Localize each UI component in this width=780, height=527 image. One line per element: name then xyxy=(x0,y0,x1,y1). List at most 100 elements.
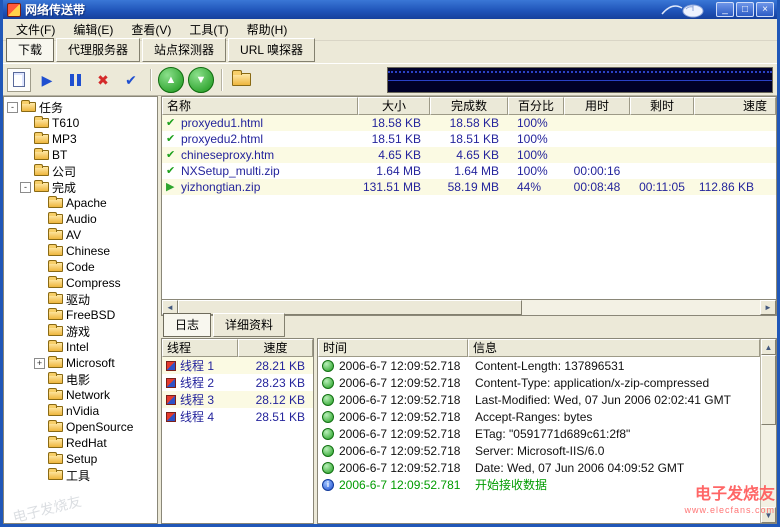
log-row[interactable]: 2006-6-7 12:09:52.718 Content-Length: 13… xyxy=(318,357,760,374)
tree-item[interactable]: Intel xyxy=(4,339,157,355)
log-column-header[interactable]: 信息 xyxy=(468,339,760,357)
tab[interactable]: 详细资料 xyxy=(213,313,286,337)
tree-item[interactable]: - 完成 xyxy=(4,179,157,195)
tree-expander-icon[interactable] xyxy=(34,454,45,465)
open-folder-button[interactable] xyxy=(229,68,253,92)
start-button[interactable]: ▶ xyxy=(35,68,59,92)
tree-item[interactable]: Network xyxy=(4,387,157,403)
minimize-button[interactable]: _ xyxy=(716,2,734,17)
tree-expander-icon[interactable] xyxy=(34,262,45,273)
tree-expander-icon[interactable] xyxy=(20,166,31,177)
tree-expander-icon[interactable] xyxy=(20,134,31,145)
task-row[interactable]: proxyedu2.html 18.51 KB 18.51 KB 100% xyxy=(162,131,776,147)
task-row[interactable]: NXSetup_multi.zip 1.64 MB 1.64 MB 100% 0… xyxy=(162,163,776,179)
tree-item[interactable]: T610 xyxy=(4,115,157,131)
move-up-button[interactable]: ▲ xyxy=(158,66,184,93)
task-column-header[interactable]: 用时 xyxy=(564,97,630,115)
thread-row[interactable]: 线程 4 28.51 KB xyxy=(162,408,313,425)
tree-expander-icon[interactable] xyxy=(34,342,45,353)
thread-row[interactable]: 线程 3 28.12 KB xyxy=(162,391,313,408)
maximize-button[interactable]: □ xyxy=(736,2,754,17)
tree-expander-icon[interactable] xyxy=(34,246,45,257)
close-button[interactable]: × xyxy=(756,2,774,17)
task-column-header[interactable]: 剩时 xyxy=(630,97,694,115)
tree-item[interactable]: Chinese xyxy=(4,243,157,259)
tab[interactable]: URL 嗅探器 xyxy=(228,38,315,62)
tree-expander-icon[interactable] xyxy=(34,406,45,417)
task-row[interactable]: chineseproxy.htm 4.65 KB 4.65 KB 100% xyxy=(162,147,776,163)
tree-item[interactable]: Code xyxy=(4,259,157,275)
thread-row[interactable]: 线程 1 28.21 KB xyxy=(162,357,313,374)
task-column-header[interactable]: 速度 xyxy=(694,97,776,115)
move-down-button[interactable]: ▼ xyxy=(188,66,214,93)
tree-expander-icon[interactable]: - xyxy=(20,181,31,193)
scroll-right-arrow[interactable]: ► xyxy=(760,300,776,315)
scroll-up-arrow[interactable]: ▲ xyxy=(761,339,776,355)
tree-item[interactable]: Audio xyxy=(4,211,157,227)
delete-button[interactable]: ✖ xyxy=(91,68,115,92)
tree-item[interactable]: 驱动 xyxy=(4,291,157,307)
title-bar[interactable]: 网络传送带 _ □ × xyxy=(3,0,777,19)
app-icon[interactable] xyxy=(7,2,21,17)
log-row[interactable]: 2006-6-7 12:09:52.718 Server: Microsoft-… xyxy=(318,442,760,459)
task-row[interactable]: yizhongtian.zip 131.51 MB 58.19 MB 44% 0… xyxy=(162,179,776,195)
log-row[interactable]: 2006-6-7 12:09:52.718 Last-Modified: Wed… xyxy=(318,391,760,408)
tab[interactable]: 日志 xyxy=(163,313,212,337)
tab[interactable]: 下载 xyxy=(6,38,55,62)
tree-expander-icon[interactable] xyxy=(34,278,45,289)
tree-expander-icon[interactable] xyxy=(34,438,45,449)
tree-item[interactable]: 电影 xyxy=(4,371,157,387)
new-task-button[interactable] xyxy=(7,67,31,92)
confirm-button[interactable]: ✔ xyxy=(119,68,143,92)
tab[interactable]: 代理服务器 xyxy=(56,38,141,62)
tree-expander-icon[interactable] xyxy=(34,294,45,305)
task-column-header[interactable]: 大小 xyxy=(358,97,430,115)
tree-expander-icon[interactable] xyxy=(34,374,45,385)
tree-item[interactable]: Apache xyxy=(4,195,157,211)
tree-expander-icon[interactable] xyxy=(20,118,31,129)
tree-expander-icon[interactable] xyxy=(34,390,45,401)
tree-expander-icon[interactable] xyxy=(34,198,45,209)
tree-item[interactable]: AV xyxy=(4,227,157,243)
window-controls: _ □ × xyxy=(716,2,774,17)
tree-item[interactable]: 公司 xyxy=(4,163,157,179)
tab[interactable]: 站点探测器 xyxy=(142,38,227,62)
tree-item[interactable]: 游戏 xyxy=(4,323,157,339)
tree-item[interactable]: Setup xyxy=(4,451,157,467)
task-name: proxyedu2.html xyxy=(181,132,264,146)
log-row[interactable]: 2006-6-7 12:09:52.718 Accept-Ranges: byt… xyxy=(318,408,760,425)
thread-column-header[interactable]: 速度 xyxy=(238,339,313,357)
tree-item[interactable]: 工具 xyxy=(4,467,157,483)
tree-expander-icon[interactable]: + xyxy=(34,357,45,369)
thread-column-header[interactable]: 线程 xyxy=(162,339,238,357)
log-column-header[interactable]: 时间 xyxy=(318,339,468,357)
task-row[interactable]: proxyedu1.html 18.58 KB 18.58 KB 100% xyxy=(162,115,776,131)
tree-item[interactable]: MP3 xyxy=(4,131,157,147)
tree-expander-icon[interactable] xyxy=(34,326,45,337)
task-column-header[interactable]: 完成数 xyxy=(430,97,508,115)
tree-item[interactable]: nVidia xyxy=(4,403,157,419)
tree-expander-icon[interactable] xyxy=(34,470,45,481)
thread-row[interactable]: 线程 2 28.23 KB xyxy=(162,374,313,391)
tree-expander-icon[interactable] xyxy=(34,422,45,433)
log-row[interactable]: 2006-6-7 12:09:52.718 ETag: "0591771d689… xyxy=(318,425,760,442)
tree-expander-icon[interactable] xyxy=(20,150,31,161)
tree-item[interactable]: Compress xyxy=(4,275,157,291)
task-column-header[interactable]: 百分比 xyxy=(508,97,564,115)
tree-expander-icon[interactable] xyxy=(34,310,45,321)
tree-item[interactable]: - 任务 xyxy=(4,99,157,115)
thread-icon xyxy=(166,394,176,405)
vertical-scrollbar-thumb[interactable] xyxy=(761,355,776,425)
tree-item[interactable]: BT xyxy=(4,147,157,163)
tree-expander-icon[interactable]: - xyxy=(7,101,18,113)
tree-item[interactable]: OpenSource xyxy=(4,419,157,435)
log-row[interactable]: 2006-6-7 12:09:52.718 Content-Type: appl… xyxy=(318,374,760,391)
tree-expander-icon[interactable] xyxy=(34,230,45,241)
tree-expander-icon[interactable] xyxy=(34,214,45,225)
log-row[interactable]: 2006-6-7 12:09:52.718 Date: Wed, 07 Jun … xyxy=(318,459,760,476)
tree-item[interactable]: + Microsoft xyxy=(4,355,157,371)
tree-item[interactable]: FreeBSD xyxy=(4,307,157,323)
task-column-header[interactable]: 名称 xyxy=(162,97,358,115)
tree-item[interactable]: RedHat xyxy=(4,435,157,451)
pause-button[interactable] xyxy=(63,68,87,92)
